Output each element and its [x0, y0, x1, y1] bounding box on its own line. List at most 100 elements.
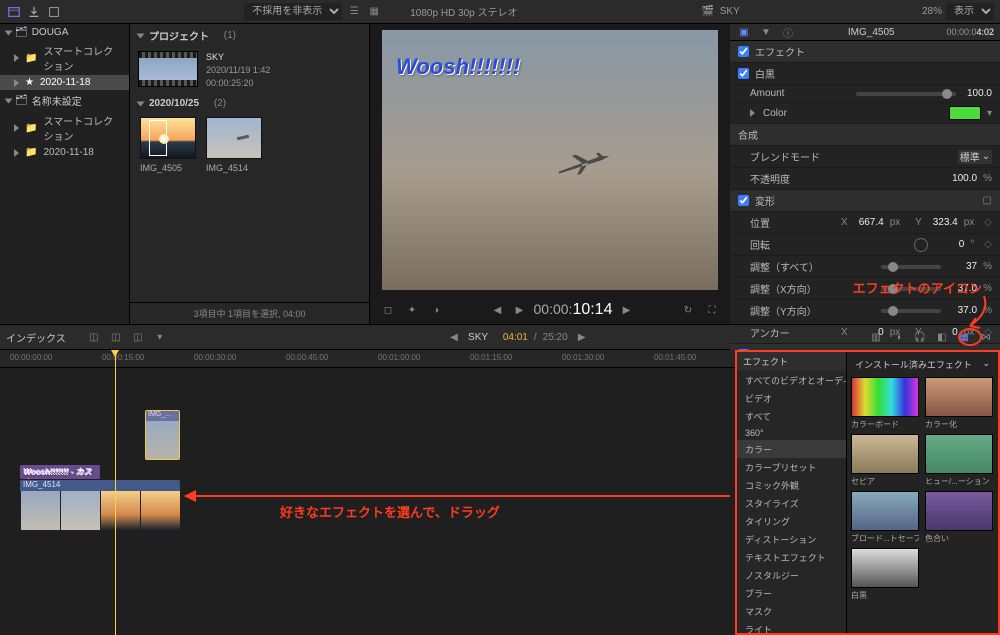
effects-grid: インストール済みエフェクト ⌄ カラーボードカラー化セピアヒュー/...ーションブ… — [847, 352, 998, 633]
index-button[interactable]: インデックス — [6, 330, 66, 345]
transform-header[interactable]: 変形▢ — [730, 190, 1000, 212]
timeline-position: 04:01 — [503, 332, 528, 343]
fx-category[interactable]: 360° — [737, 425, 846, 440]
playhead[interactable] — [115, 350, 116, 635]
fx-category[interactable]: カラー — [737, 440, 846, 458]
blend-mode-row: ブレンドモード標準 ⌄ — [730, 146, 1000, 168]
fx-category[interactable]: マスク — [737, 602, 846, 620]
ruler-mark: 00:00:15:00 — [102, 353, 144, 362]
tools-icon[interactable]: ✦ — [404, 302, 420, 318]
timecode[interactable]: 00:00:10:14 — [534, 301, 613, 319]
fx-item[interactable]: 色合い — [925, 491, 993, 544]
viewer-canvas[interactable]: Woosh!!!!!!! — [382, 30, 718, 290]
fx-category[interactable]: すべてのビデオとオーディオ — [737, 371, 846, 389]
fx-category[interactable]: ノスタルジー — [737, 566, 846, 584]
rotation-dial[interactable] — [914, 238, 928, 252]
timeline-area: 00:00:00:0000:00:15:0000:00:30:0000:00:4… — [0, 350, 1000, 635]
inspector-clip-name: IMG_4505 — [848, 27, 895, 38]
scale-all-slider[interactable] — [881, 265, 941, 269]
fx-category[interactable]: ディストーション — [737, 530, 846, 548]
connected-clip[interactable]: IMG_... — [145, 410, 180, 460]
library-icon[interactable] — [6, 4, 22, 20]
fx-item[interactable]: セピア — [851, 434, 919, 487]
fx-category[interactable]: テキストエフェクト — [737, 548, 846, 566]
fx-category[interactable]: すべて — [737, 407, 846, 425]
sidebar-item[interactable]: ★2020-11-18 — [0, 75, 129, 90]
app-toolbar: 不採用を非表示 ☰ ▦ 1080p HD 30p ステレオ 🎬 SKY 28% … — [0, 0, 1000, 24]
clip-appearance-4[interactable]: ▾ — [152, 329, 168, 345]
clip-appearance-1[interactable]: ◫ — [86, 329, 102, 345]
event-section[interactable]: 2020/10/25 (2) — [130, 94, 369, 113]
filmstrip-icon[interactable]: ☰ — [346, 4, 362, 20]
fx-category[interactable]: ビデオ — [737, 389, 846, 407]
projects-section[interactable]: プロジェクト (1) — [130, 24, 369, 47]
hide-rejected-dropdown[interactable]: 不採用を非表示 — [244, 3, 342, 20]
project-meta: SKY 2020/11/19 1:42 00:00:25:20 — [206, 51, 270, 90]
fx-item[interactable]: カラーボード — [851, 377, 919, 430]
project-thumbnail[interactable] — [138, 51, 198, 87]
sidebar-item[interactable]: 📁スマートコレクション — [0, 41, 129, 75]
ruler-mark: 00:01:30:00 — [562, 353, 604, 362]
fullscreen-icon[interactable]: ⛶ — [704, 302, 720, 318]
untitled-library-header[interactable]: 🗂名称未設定 — [0, 90, 129, 111]
sidebar-item[interactable]: 📁2020-11-18 — [0, 145, 129, 160]
ruler-mark: 00:01:00:00 — [378, 353, 420, 362]
video-inspector-icon[interactable]: ▣ — [736, 24, 752, 40]
zoom-label[interactable]: 28% — [922, 6, 942, 17]
color-swatch[interactable] — [949, 106, 981, 120]
fx-item[interactable]: 白黒 — [851, 548, 919, 601]
prev-icon[interactable]: ◀ — [490, 302, 506, 318]
bw-effect-row[interactable]: 白黒 — [730, 63, 1000, 85]
clapper-icon: 🎬 — [700, 4, 716, 20]
library-header[interactable]: 🗂DOUGA — [0, 24, 129, 41]
clip-appearance-2[interactable]: ◫ — [108, 329, 124, 345]
play-icon[interactable]: ▶ — [512, 302, 528, 318]
search-icon[interactable]: ⌄ — [982, 358, 990, 371]
info-icon[interactable]: ⓘ — [780, 24, 796, 40]
clip-appearance-3[interactable]: ◫ — [130, 329, 146, 345]
format-label: 1080p HD 30p ステレオ — [410, 4, 517, 19]
timeline-title: SKY — [468, 332, 488, 343]
bw-toggle[interactable] — [738, 68, 749, 79]
next-icon[interactable]: ▶ — [618, 302, 634, 318]
title-text: Woosh!!!!!!! — [396, 54, 520, 80]
loop-icon[interactable]: ↻ — [680, 302, 696, 318]
effects-toggle[interactable] — [738, 46, 749, 57]
primary-clip[interactable]: IMG_4514 — [20, 480, 180, 530]
fx-item[interactable]: ブロード...トセーフ — [851, 491, 919, 544]
library-sidebar: 🗂DOUGA 📁スマートコレクション★2020-11-18 🗂名称未設定 📁スマ… — [0, 24, 130, 324]
anchor-row: アンカーX0px Y0px◇ — [730, 322, 1000, 344]
airplane — [550, 141, 624, 182]
clip-thumbnail[interactable]: IMG_4505 — [140, 117, 196, 173]
clip-thumbnail[interactable]: IMG_4514 — [206, 117, 262, 173]
fx-category[interactable]: タイリング — [737, 512, 846, 530]
title-clip[interactable]: Woosh!!!!!!! - カスタム — [20, 465, 100, 479]
color-icon[interactable]: ◑ — [428, 302, 444, 318]
installed-header: インストール済みエフェクト — [855, 358, 972, 371]
fx-category[interactable]: ライト — [737, 620, 846, 633]
import-icon[interactable] — [26, 4, 42, 20]
fx-category[interactable]: コミック外観 — [737, 476, 846, 494]
event-browser: プロジェクト (1) SKY 2020/11/19 1:42 00:00:25:… — [130, 24, 370, 324]
sidebar-item[interactable]: 📁スマートコレクション — [0, 111, 129, 145]
timeline-next-icon[interactable]: ▶ — [574, 329, 590, 345]
list-icon[interactable]: ▦ — [366, 4, 382, 20]
ruler-mark: 00:01:15:00 — [470, 353, 512, 362]
fx-item[interactable]: カラー化 — [925, 377, 993, 430]
fx-category[interactable]: スタイライズ — [737, 494, 846, 512]
fx-item[interactable]: ヒュー/...ーション — [925, 434, 993, 487]
effects-categories: エフェクト すべてのビデオとオーディオビデオすべて360°カラーカラープリセット… — [737, 352, 847, 633]
blend-mode-dropdown[interactable]: 標準 ⌄ — [958, 150, 992, 164]
info-inspector-icon[interactable]: ▼ — [758, 24, 774, 40]
view-dropdown[interactable]: 表示 — [946, 3, 994, 20]
transform-toggle[interactable] — [738, 195, 749, 206]
bw-amount-slider[interactable] — [856, 92, 956, 96]
fx-category[interactable]: ブラー — [737, 584, 846, 602]
timeline-prev-icon[interactable]: ◀ — [446, 329, 462, 345]
tool-icon[interactable] — [46, 4, 62, 20]
viewer-title: SKY — [720, 6, 740, 17]
fx-category[interactable]: カラープリセット — [737, 458, 846, 476]
zoom-out-icon[interactable]: ◻ — [380, 302, 396, 318]
scale-x-row: 調整（X方向）37.0% — [730, 278, 1000, 300]
project-row[interactable]: SKY 2020/11/19 1:42 00:00:25:20 — [130, 47, 369, 94]
